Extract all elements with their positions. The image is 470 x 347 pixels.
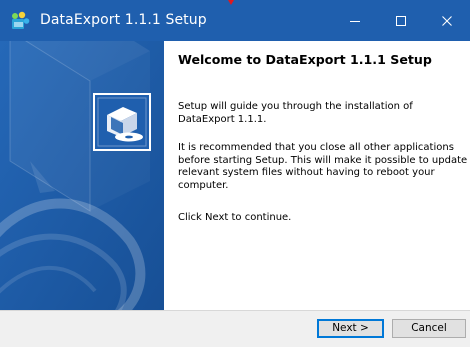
title-bar[interactable]: DataExport 1.1.1 Setup — [0, 0, 470, 41]
continue-paragraph: Click Next to continue. — [178, 212, 292, 223]
minimize-button[interactable] — [332, 0, 378, 41]
close-button[interactable] — [424, 0, 470, 41]
footer-divider — [0, 310, 470, 311]
banner-background-graphic — [0, 41, 164, 310]
window-title: DataExport 1.1.1 Setup — [40, 12, 207, 28]
intro-paragraph: Setup will guide you through the install… — [178, 101, 413, 125]
setup-window: DataExport 1.1.1 Setup Welcome to DataEx… — [0, 0, 470, 347]
minimize-icon — [350, 20, 360, 22]
maximize-button[interactable] — [378, 0, 424, 41]
annotation-arrow — [228, 0, 234, 5]
next-button[interactable]: Next > — [317, 319, 384, 338]
installer-box-icon — [93, 93, 151, 151]
maximize-icon — [396, 15, 406, 26]
close-icon — [442, 15, 452, 26]
welcome-content: Welcome to DataExport 1.1.1 Setup Setup … — [164, 41, 470, 310]
installer-app-icon — [12, 11, 30, 29]
recommendation-paragraph: It is recommended that you close all oth… — [178, 142, 468, 191]
page-title: Welcome to DataExport 1.1.1 Setup — [178, 52, 432, 67]
welcome-banner — [0, 41, 164, 310]
cancel-button[interactable]: Cancel — [392, 319, 466, 338]
